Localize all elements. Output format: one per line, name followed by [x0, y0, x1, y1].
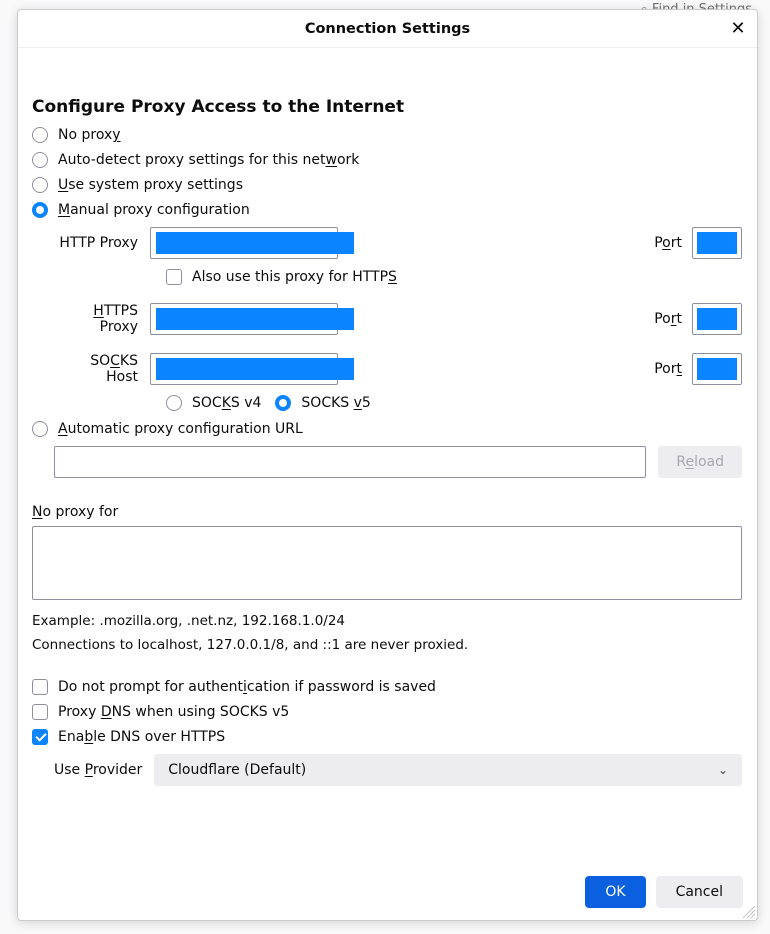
example-hint: Example: .mozilla.org, .net.nz, 192.168.…: [32, 613, 742, 629]
radio-no-proxy-label[interactable]: No proxy: [58, 127, 121, 143]
https-port-label: Port: [654, 311, 682, 327]
http-port-label: Port: [654, 235, 682, 251]
http-proxy-label: HTTP Proxy: [54, 235, 142, 251]
radio-auto-detect-label[interactable]: Auto-detect proxy settings for this netw…: [58, 152, 359, 168]
close-button[interactable]: ✕: [727, 18, 749, 40]
checkbox-proxy-dns-socks5[interactable]: [32, 704, 48, 720]
provider-select[interactable]: Cloudflare (Default) ⌄: [154, 754, 742, 786]
checkbox-no-auth-prompt[interactable]: [32, 679, 48, 695]
chevron-down-icon: ⌄: [718, 763, 728, 777]
redacted-value: [156, 358, 354, 380]
radio-manual-proxy-label[interactable]: Manual proxy configuration: [58, 202, 250, 218]
no-proxy-for-label: No proxy for: [32, 504, 742, 520]
cancel-button[interactable]: Cancel: [656, 876, 743, 908]
reload-button: Reload: [658, 446, 742, 478]
radio-auto-config-url[interactable]: [32, 421, 48, 437]
provider-label: Use Provider: [54, 762, 142, 778]
radio-auto-config-url-label[interactable]: Automatic proxy configuration URL: [58, 421, 303, 437]
radio-no-proxy[interactable]: [32, 127, 48, 143]
redacted-value: [156, 232, 354, 254]
resize-grip-icon[interactable]: [743, 906, 755, 918]
socks-host-label: SOCKS Host: [54, 353, 142, 385]
radio-manual-proxy[interactable]: [32, 202, 48, 218]
no-proxy-for-textarea[interactable]: [32, 526, 742, 600]
https-proxy-label: HTTPS Proxy: [54, 303, 142, 335]
redacted-value: [697, 358, 737, 380]
redacted-value: [697, 308, 737, 330]
radio-socks-v5-label[interactable]: SOCKS v5: [301, 395, 370, 411]
provider-value: Cloudflare (Default): [168, 762, 306, 778]
radio-auto-detect[interactable]: [32, 152, 48, 168]
dialog-header: Connection Settings ✕: [18, 10, 757, 48]
pac-url-input[interactable]: [54, 446, 646, 478]
localhost-hint: Connections to localhost, 127.0.0.1/8, a…: [32, 637, 742, 653]
checkbox-no-auth-prompt-label[interactable]: Do not prompt for authentication if pass…: [58, 679, 436, 695]
radio-system-proxy[interactable]: [32, 177, 48, 193]
checkbox-also-https-label[interactable]: Also use this proxy for HTTPS: [192, 269, 397, 285]
redacted-value: [697, 232, 737, 254]
radio-socks-v5[interactable]: [275, 395, 291, 411]
dialog-title: Connection Settings: [305, 21, 470, 37]
checkbox-proxy-dns-socks5-label[interactable]: Proxy DNS when using SOCKS v5: [58, 704, 289, 720]
radio-socks-v4[interactable]: [166, 395, 182, 411]
ok-button[interactable]: OK: [585, 876, 645, 908]
close-icon: ✕: [730, 20, 745, 38]
checkbox-enable-doh-label[interactable]: Enable DNS over HTTPS: [58, 729, 225, 745]
radio-system-proxy-label[interactable]: Use system proxy settings: [58, 177, 243, 193]
checkbox-enable-doh[interactable]: [32, 729, 48, 745]
socks-port-label: Port: [654, 361, 682, 377]
redacted-value: [156, 308, 354, 330]
section-heading: Configure Proxy Access to the Internet: [32, 97, 742, 117]
checkbox-also-https[interactable]: [166, 269, 182, 285]
connection-settings-dialog: Connection Settings ✕ Configure Proxy Ac…: [17, 9, 758, 921]
radio-socks-v4-label[interactable]: SOCKS v4: [192, 395, 261, 411]
